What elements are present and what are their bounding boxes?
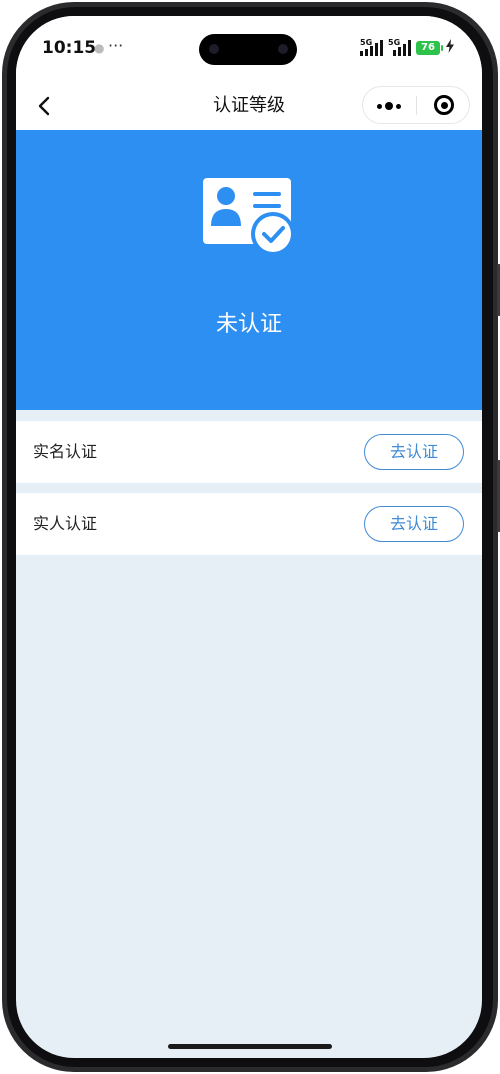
status-bar: 10:15 ● ··· 5G 5G 76: [16, 16, 482, 82]
verify-button[interactable]: 去认证: [364, 506, 464, 542]
signal-icon: 5G: [388, 38, 412, 56]
home-indicator[interactable]: [168, 1044, 332, 1049]
id-card-verified-icon: [203, 178, 295, 256]
item-label: 实人认证: [33, 514, 98, 533]
close-button[interactable]: [417, 87, 470, 123]
verify-button[interactable]: 去认证: [364, 434, 464, 470]
mini-program-capsule: [362, 86, 470, 124]
auth-status-banner: 未认证: [16, 130, 482, 410]
auth-status-text: 未认证: [215, 312, 282, 337]
charging-bolt-icon: [446, 39, 454, 57]
screen: 10:15 ● ··· 5G 5G 76 认证等级 未认证 实名认证 去认证 实…: [16, 16, 482, 1058]
list-item-realperson: 实人认证 去认证: [16, 493, 482, 555]
signal-icon: 5G: [360, 38, 384, 56]
nav-bar: 认证等级: [16, 82, 482, 130]
camera-sensor: [209, 44, 219, 54]
item-label: 实名认证: [33, 442, 98, 461]
battery-level: 76: [421, 42, 435, 53]
battery-tip: [441, 45, 443, 51]
list-item-realname: 实名认证 去认证: [16, 421, 482, 483]
target-close-icon: [434, 95, 454, 115]
battery-icon: 76: [416, 41, 440, 55]
status-dot: ●: [94, 41, 105, 55]
camera-lens: [278, 44, 288, 54]
more-button[interactable]: [363, 87, 416, 123]
signal-label: 5G: [388, 38, 401, 47]
status-time: 10:15: [42, 38, 97, 58]
status-more: ···: [108, 36, 124, 55]
